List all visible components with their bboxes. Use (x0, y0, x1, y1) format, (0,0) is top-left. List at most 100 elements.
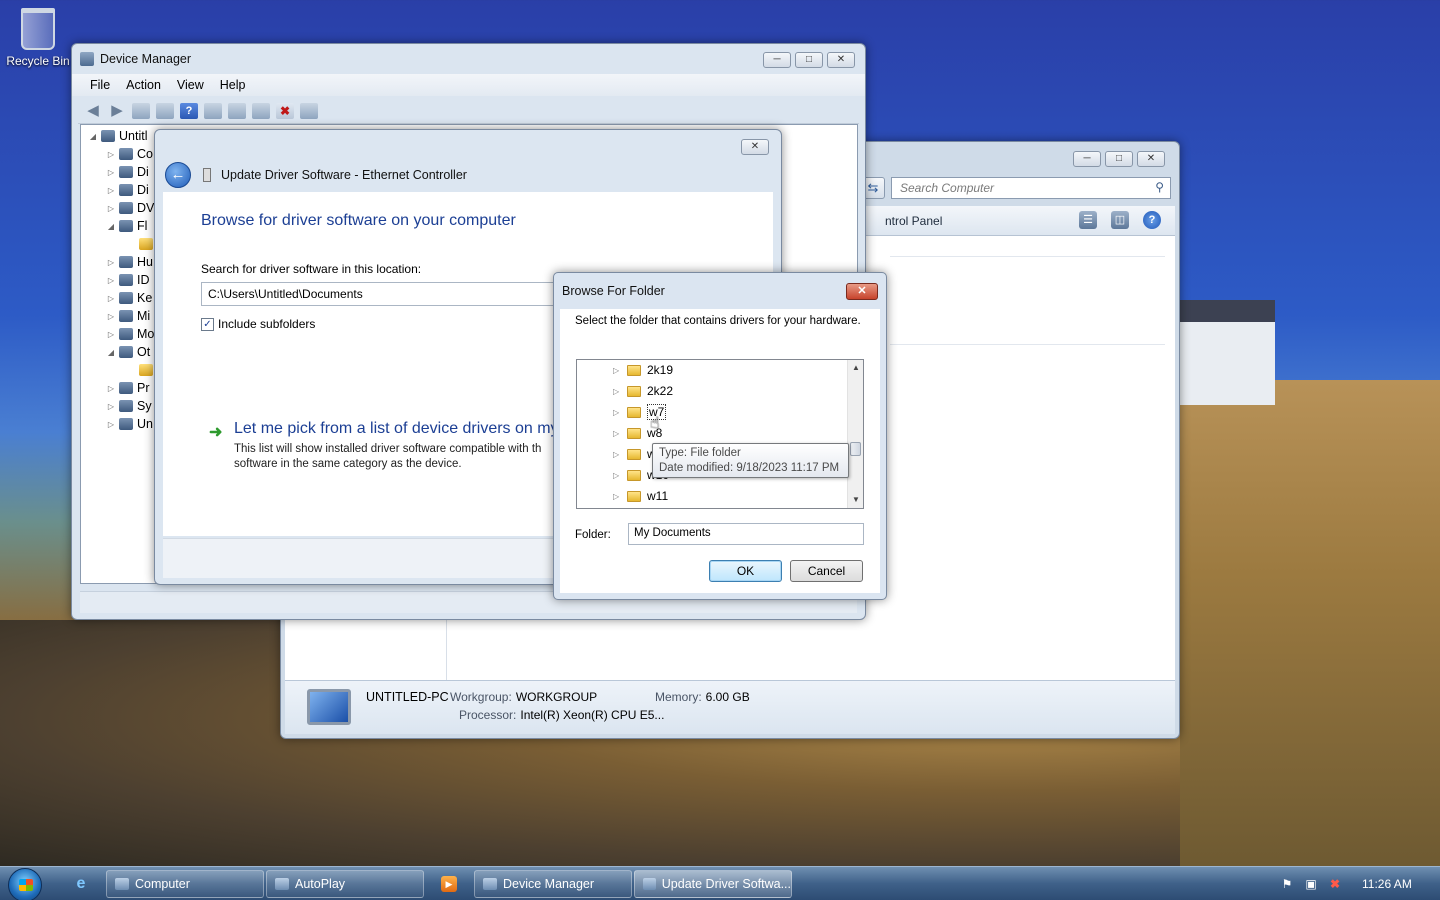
taskbar-button-device-manager[interactable]: Device Manager (474, 870, 632, 898)
menu-file[interactable]: File (82, 78, 118, 92)
pick-from-list-link[interactable]: Let me pick from a list of device driver… (234, 420, 559, 438)
tree-item[interactable] (125, 361, 157, 379)
maximize-button[interactable]: □ (1105, 151, 1133, 167)
expand-icon[interactable]: ▷ (105, 168, 117, 177)
maximize-button[interactable]: □ (795, 52, 823, 68)
tree-item[interactable]: ▷ Un (105, 415, 153, 433)
device-manager-titlebar[interactable]: Device Manager (72, 44, 865, 74)
back-button[interactable]: ← (165, 162, 191, 188)
scan-hardware-icon[interactable] (228, 102, 246, 119)
media-player-icon[interactable]: ▶ (441, 876, 457, 892)
expand-icon[interactable]: ▷ (105, 294, 117, 303)
expand-icon[interactable]: ▷ (105, 204, 117, 213)
folder-item[interactable]: ▷ 2k19 (613, 360, 673, 380)
scroll-up-icon[interactable]: ▲ (848, 360, 863, 376)
browse-titlebar[interactable]: Browse For Folder (554, 273, 886, 309)
tree-item[interactable]: ▷ Di (105, 163, 149, 181)
help-icon[interactable]: ? (180, 102, 198, 119)
ok-button[interactable]: OK (709, 560, 782, 582)
change-view-icon[interactable]: ☰ (1079, 211, 1097, 229)
expand-icon[interactable]: ▷ (613, 429, 625, 438)
expand-icon[interactable]: ▷ (613, 408, 625, 417)
properties-icon[interactable] (156, 102, 174, 119)
preview-pane-icon[interactable]: ◫ (1111, 211, 1129, 229)
help-icon[interactable]: ? (1143, 211, 1161, 229)
expand-icon[interactable]: ▷ (105, 312, 117, 321)
expand-icon[interactable]: ▷ (105, 150, 117, 159)
close-button[interactable]: ✕ (846, 283, 878, 300)
menu-help[interactable]: Help (212, 78, 254, 92)
expand-icon[interactable]: ▷ (105, 420, 117, 429)
folder-field[interactable]: My Documents (628, 523, 864, 545)
collapse-icon[interactable]: ◢ (105, 222, 117, 231)
expand-icon[interactable]: ▷ (613, 471, 625, 480)
tree-item[interactable]: ▷ Pr (105, 379, 150, 397)
clock[interactable]: 11:26 AM (1362, 877, 1412, 891)
internet-explorer-icon[interactable]: e (72, 875, 90, 893)
tree-item[interactable]: ▷ Co (105, 145, 153, 163)
start-button[interactable] (8, 868, 42, 900)
expand-icon[interactable]: ▷ (105, 402, 117, 411)
back-arrow-icon[interactable]: ◀ (84, 102, 102, 119)
expand-icon[interactable]: ▷ (613, 366, 625, 375)
network-icon[interactable]: ▣ (1304, 877, 1318, 891)
folder-item[interactable]: ▷ w11 (613, 486, 668, 506)
tree-item[interactable]: ◢ Fl (105, 217, 148, 235)
scroll-thumb[interactable] (850, 442, 861, 456)
tree-item[interactable]: ▷ Hu (105, 253, 153, 271)
taskbar-button-autoplay[interactable]: AutoPlay (266, 870, 424, 898)
tree-item[interactable]: ▷ Mo (105, 325, 154, 343)
search-icon[interactable]: ⚲ (1155, 180, 1164, 194)
disable-device-icon[interactable] (300, 102, 318, 119)
expand-icon[interactable]: ▷ (105, 276, 117, 285)
computer-icon (307, 689, 351, 725)
device-category-icon (119, 310, 133, 322)
expand-icon[interactable]: ▷ (613, 450, 625, 459)
taskbar-button-label: Update Driver Softwa... (661, 877, 791, 891)
minimize-button[interactable]: ─ (1073, 151, 1101, 167)
tree-item[interactable]: ◢ Untitl (87, 127, 148, 145)
tree-item[interactable]: ▷ Sy (105, 397, 152, 415)
tree-item[interactable]: ▷ Mi (105, 307, 150, 325)
tree-item[interactable]: ▷ DV (105, 199, 154, 217)
menu-action[interactable]: Action (118, 78, 169, 92)
scroll-down-icon[interactable]: ▼ (848, 492, 863, 508)
folder-item[interactable]: ▷w (613, 444, 656, 464)
desktop-icon-recycle-bin[interactable]: Recycle Bin (6, 6, 70, 68)
view-icon[interactable] (204, 102, 222, 119)
show-hide-tree-icon[interactable] (132, 102, 150, 119)
close-button[interactable]: ✕ (1137, 151, 1165, 167)
action-center-flag-icon[interactable]: ⚑ (1280, 877, 1294, 891)
tree-item[interactable]: ▷ ID (105, 271, 150, 289)
folder-item[interactable]: ▷ 2k22 (613, 381, 673, 401)
taskbar-button-update-driver[interactable]: Update Driver Softwa... (634, 870, 792, 898)
close-button[interactable]: ✕ (741, 139, 769, 155)
taskbar-button-computer[interactable]: Computer (106, 870, 264, 898)
menu-view[interactable]: View (169, 78, 212, 92)
include-subfolders-checkbox[interactable]: ✓ (201, 317, 214, 331)
tree-item[interactable]: ◢ Ot (105, 343, 150, 361)
include-subfolders-option[interactable]: ✓ Include subfolders (201, 317, 315, 331)
collapse-icon[interactable]: ◢ (87, 132, 99, 141)
update-driver-icon[interactable] (252, 102, 270, 119)
forward-arrow-icon[interactable]: ▶ (108, 102, 126, 119)
folder-tree-scrollbar[interactable]: ▲ ▼ (847, 360, 863, 508)
expand-icon[interactable]: ▷ (105, 186, 117, 195)
uninstall-icon[interactable]: ✖ (276, 102, 294, 119)
close-button[interactable]: ✕ (827, 52, 855, 68)
tree-item[interactable]: ▷ Ke (105, 289, 152, 307)
expand-icon[interactable]: ▷ (105, 384, 117, 393)
minimize-button[interactable]: ─ (763, 52, 791, 68)
expand-icon[interactable]: ▷ (105, 258, 117, 267)
cancel-button[interactable]: Cancel (790, 560, 863, 582)
volume-muted-icon[interactable]: ✖ (1328, 877, 1342, 891)
expand-icon[interactable]: ▷ (613, 492, 625, 501)
tree-item[interactable]: ▷ Di (105, 181, 149, 199)
expand-icon[interactable]: ▷ (105, 330, 117, 339)
open-control-panel-button[interactable]: ntrol Panel (885, 214, 942, 228)
tree-item[interactable] (125, 235, 157, 253)
taskbar-button-label: AutoPlay (295, 877, 346, 891)
expand-icon[interactable]: ▷ (613, 387, 625, 396)
search-input[interactable]: Search Computer ⚲ (891, 177, 1171, 199)
collapse-icon[interactable]: ◢ (105, 348, 117, 357)
